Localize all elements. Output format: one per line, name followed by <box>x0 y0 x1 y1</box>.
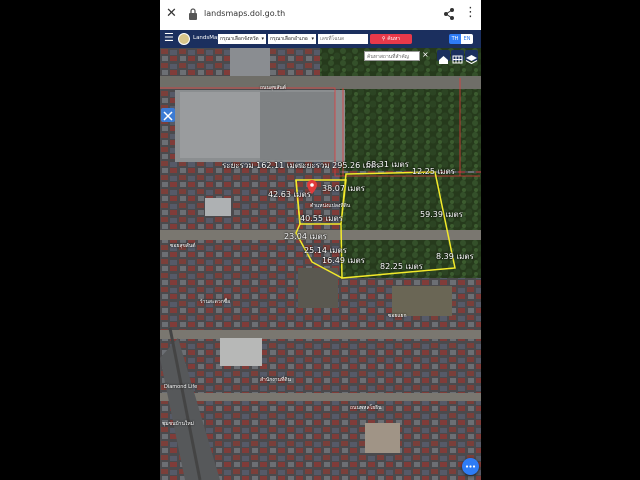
place-label-3: สำนักงานที่ดิน <box>260 377 291 383</box>
place-label-2: ซอยแยก <box>388 313 407 319</box>
measure-label: 82.25 เมตร <box>380 262 423 271</box>
chat-dots-icon <box>465 465 476 468</box>
place-label-1: ร้านสะดวกซื้อ <box>200 299 231 305</box>
location-pin-icon[interactable] <box>307 180 317 194</box>
home-button[interactable] <box>437 50 450 64</box>
share-icon[interactable] <box>443 7 455 21</box>
search-icon: ⚲ <box>381 36 386 42</box>
more-icon[interactable]: ⋮ <box>464 6 477 20</box>
tools-icon <box>163 111 173 121</box>
measure-label: 40.55 เมตร <box>300 214 343 223</box>
province-select[interactable]: กรุณาเลือกจังหวัด ▾ <box>218 34 266 44</box>
measure-label: 8.39 เมตร <box>436 252 474 261</box>
close-icon[interactable]: × <box>422 50 429 59</box>
measure-label: 23.04 เมตร <box>284 232 327 241</box>
place-label-6: ถนนพหลโยธิน <box>350 405 382 411</box>
grid-button[interactable] <box>451 50 464 64</box>
measure-label: 16.49 เมตร <box>322 256 365 265</box>
landsmaps-logo <box>178 33 190 45</box>
side-panel-button[interactable] <box>161 108 175 122</box>
chevron-down-icon: ▾ <box>311 36 314 42</box>
lang-en-button[interactable]: EN <box>461 34 473 44</box>
road-label-top: ถนนสุขสันต์ <box>260 85 287 91</box>
landmark-search-input[interactable]: ค้นหาสถานที่สำคัญ <box>364 51 420 61</box>
parcel-number-input[interactable] <box>318 34 368 44</box>
province-select-label: กรุณาเลือกจังหวัด <box>220 36 259 42</box>
measure-label: 12.25 เมตร <box>412 167 455 176</box>
home-icon <box>439 56 448 64</box>
chat-button[interactable] <box>462 458 479 475</box>
url-text[interactable]: landsmaps.dol.go.th <box>204 9 285 18</box>
layers-button[interactable] <box>465 50 478 65</box>
browser-bar: ✕ landsmaps.dol.go.th ⋮ <box>160 0 481 30</box>
phone-screen: ✕ landsmaps.dol.go.th ⋮ ☰ LandsMaps กรุณ… <box>160 0 481 480</box>
lock-icon <box>189 8 197 20</box>
layers-icon <box>465 55 478 65</box>
menu-icon[interactable]: ☰ <box>164 31 174 44</box>
road-label-mid: ซอยสุขสันต์ <box>170 243 196 249</box>
lang-th-button[interactable]: TH <box>449 34 461 44</box>
place-label-4: Diamond Life <box>164 384 198 390</box>
measure-label: 42.63 เมตร <box>268 190 311 199</box>
search-button[interactable]: ⚲ ค้นหา <box>370 34 412 44</box>
landmark-search-placeholder: ค้นหาสถานที่สำคัญ <box>367 54 409 60</box>
close-icon[interactable]: ✕ <box>166 6 177 21</box>
place-label-5: ชุมชนบ้านใหม่ <box>162 421 194 427</box>
measure-label: 59.39 เมตร <box>420 210 463 219</box>
measure-label: 38.07 เมตร <box>322 184 365 193</box>
district-select-label: กรุณาเลือกอำเภอ <box>270 36 308 42</box>
search-button-label: ค้นหา <box>387 36 401 42</box>
grid-icon <box>452 55 463 64</box>
pin-label: ตำแหน่งแปลงที่ดิน <box>310 203 351 209</box>
satellite-map[interactable]: ค้นหาสถานที่สำคัญ × ถนนสุขสันต์ ซอยสุขสั… <box>160 48 481 480</box>
app-toolbar: ☰ LandsMaps กรุณาเลือกจังหวัด ▾ กรุณาเลื… <box>160 30 481 48</box>
measure-label: 68.31 เมตร <box>366 160 409 169</box>
total-distance-label-1: ระยะรวม 162.11 เมตร <box>222 161 305 170</box>
chevron-down-icon: ▾ <box>261 36 264 42</box>
district-select[interactable]: กรุณาเลือกอำเภอ ▾ <box>268 34 316 44</box>
satellite-imagery <box>160 48 481 480</box>
